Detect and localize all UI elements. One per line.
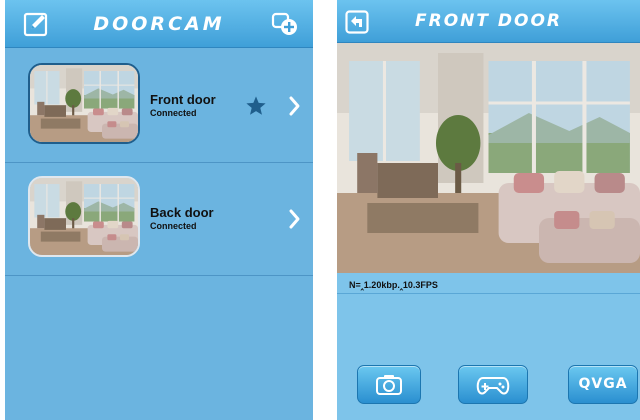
app-title: DOORCAM bbox=[93, 13, 225, 35]
live-video-feed[interactable] bbox=[337, 43, 640, 273]
resolution-button[interactable]: QVGA bbox=[568, 365, 638, 404]
camera-thumbnail bbox=[28, 176, 140, 257]
live-view-screen: FRONT DOOR N=‸1.20kbp.‸10.3FPS QVGA bbox=[337, 0, 640, 420]
camera-thumbnail bbox=[28, 63, 140, 144]
snapshot-button[interactable] bbox=[357, 365, 421, 404]
chevron-right-icon[interactable] bbox=[288, 95, 302, 117]
chevron-right-icon[interactable] bbox=[288, 208, 302, 230]
camera-row-front-door[interactable]: Front door Connected bbox=[5, 55, 313, 163]
view-header: FRONT DOOR bbox=[337, 0, 640, 43]
list-header: DOORCAM bbox=[5, 0, 313, 48]
camera-name: Back door bbox=[150, 205, 214, 220]
favorite-star-icon[interactable] bbox=[245, 95, 267, 117]
resolution-label: QVGA bbox=[578, 376, 628, 392]
camera-name: Front door bbox=[150, 92, 216, 107]
camera-row-back-door[interactable]: Back door Connected bbox=[5, 168, 313, 276]
stream-stats: N=‸1.20kbp.‸10.3FPS bbox=[349, 280, 438, 290]
ptz-control-button[interactable] bbox=[458, 365, 528, 404]
divider bbox=[337, 293, 640, 294]
camera-list-screen: DOORCAM Front door Connected Back door C… bbox=[5, 0, 313, 420]
camera-status: Connected bbox=[150, 221, 197, 231]
camera-title: FRONT DOOR bbox=[414, 11, 562, 31]
camera-status: Connected bbox=[150, 108, 197, 118]
add-camera-icon[interactable] bbox=[271, 11, 297, 37]
